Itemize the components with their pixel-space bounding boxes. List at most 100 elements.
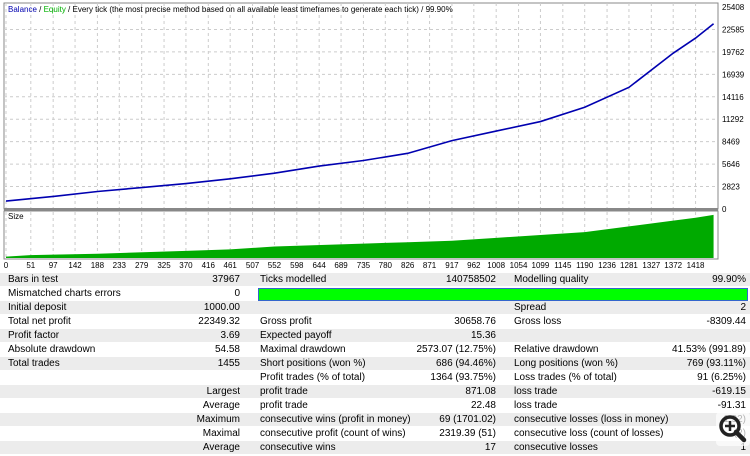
x-tick-label: 1008: [487, 261, 505, 270]
y-tick-label: 19762: [722, 48, 745, 57]
x-tick-label: 1281: [620, 261, 638, 270]
y-tick-label: 8469: [722, 138, 740, 147]
y-tick-label: 25408: [722, 3, 745, 12]
x-tick-label: 1236: [598, 261, 616, 270]
report-value: 686 (94.46%): [435, 358, 496, 369]
report-label: Initial deposit: [8, 302, 67, 313]
x-tick-label: 461: [224, 261, 238, 270]
x-tick-label: 279: [135, 261, 149, 270]
report-label: Long positions (won %): [514, 358, 618, 369]
x-tick-label: 1054: [510, 261, 528, 270]
x-tick-label: 1372: [664, 261, 682, 270]
report-value: 871.08: [465, 386, 496, 397]
report-value: 2573.07 (12.75%): [416, 344, 496, 355]
report-label: consecutive wins: [260, 442, 336, 453]
report-label: Average: [202, 400, 240, 411]
x-tick-label: 644: [312, 261, 326, 270]
x-tick-label: 51: [26, 261, 35, 270]
report-label: consecutive losses: [514, 442, 598, 453]
x-tick-label: 142: [68, 261, 82, 270]
balance-chart: 0 2823 5646 8469 11292 14116 16939 19762 22585 25…: [3, 2, 745, 270]
report-label: profit trade: [260, 400, 308, 411]
x-tick-label: 370: [179, 261, 193, 270]
y-tick-label: 2823: [722, 183, 740, 192]
report-row: Average profit trade 22.48 loss trade -91.31: [0, 399, 750, 413]
report-label: consecutive profit (count of wins): [260, 428, 406, 439]
report-label: Total trades: [8, 358, 60, 369]
report-value: 91 (6.25%): [697, 372, 746, 383]
report-value: 140758502: [445, 274, 496, 285]
y-tick-label: 5646: [722, 160, 740, 169]
x-tick-label: 507: [246, 261, 260, 270]
report-label: profit trade: [260, 386, 308, 397]
zoom-magnifier-icon[interactable]: [716, 412, 750, 446]
report-value: -91.31: [717, 400, 746, 411]
x-tick-label: 188: [91, 261, 105, 270]
y-tick-label: 16939: [722, 70, 745, 79]
report-value: 15.36: [470, 330, 496, 341]
y-tick-label: 14116: [722, 93, 744, 102]
report-value: -619.15: [712, 386, 746, 397]
report-row: Largest profit trade 871.08 loss trade -619.…: [0, 385, 750, 399]
report-value: 1364 (93.75%): [430, 372, 496, 383]
report-label: Profit trades (% of total): [260, 372, 366, 383]
report-value: 0: [234, 288, 240, 299]
x-tick-label: 325: [157, 261, 171, 270]
report-value: 17: [484, 442, 496, 453]
balance-legend: Balance: [8, 5, 37, 14]
x-tick-label: 97: [49, 261, 58, 270]
x-tick-label: 917: [445, 261, 459, 270]
equity-legend: Equity: [44, 5, 66, 14]
x-tick-label: 552: [268, 261, 282, 270]
report-value: 30658.76: [454, 316, 496, 327]
modelling-quality-bar: [258, 288, 748, 301]
report-row: Profit trades (% of total) 1364 (93.75%) L…: [0, 371, 750, 385]
report-row: Average consecutive wins 17 consecutive los…: [0, 441, 750, 455]
report-label: Profit factor: [8, 330, 60, 341]
size-label: Size: [8, 212, 24, 221]
report-label: Maximal: [202, 428, 240, 439]
report-label: Largest: [206, 386, 240, 397]
report-row: Absolute drawdown 54.58 Maximal drawdown 25…: [0, 343, 750, 357]
report-label: consecutive losses (loss in money): [514, 414, 669, 425]
report-value: 41.53% (991.89): [672, 344, 746, 355]
report-value: 22.48: [470, 400, 496, 411]
report-label: loss trade: [514, 386, 558, 397]
report-label: Total net profit: [8, 316, 71, 327]
x-tick-label: 0: [4, 261, 9, 270]
report-value: 2319.39 (51): [439, 428, 496, 439]
report-label: Relative drawdown: [514, 344, 599, 355]
x-tick-label: 1327: [642, 261, 660, 270]
report-value: 769 (93.11%): [686, 358, 746, 369]
report-value: 99.90%: [712, 274, 746, 285]
report-value: 2: [740, 302, 746, 313]
report-label: Maximum: [196, 414, 240, 425]
x-tick-label: 598: [290, 261, 304, 270]
y-tick-label: 0: [722, 205, 727, 214]
report-row: Maximal consecutive profit (count of wins…: [0, 427, 750, 441]
report-label: loss trade: [514, 400, 558, 411]
report-label: consecutive wins (profit in money): [260, 414, 411, 425]
x-tick-label: 416: [202, 261, 216, 270]
report-label: Spread: [514, 302, 547, 313]
report-table: Bars in test 37967 Ticks modelled 140758502…: [0, 273, 750, 455]
report-label: Ticks modelled: [260, 274, 327, 285]
report-value: 54.58: [214, 344, 240, 355]
report-row: Bars in test 37967 Ticks modelled 140758502…: [0, 273, 750, 287]
report-label: Maximal drawdown: [260, 344, 346, 355]
report-label: Mismatched charts errors: [8, 288, 121, 299]
report-row: Total net profit 22349.32 Gross profit 3065…: [0, 315, 750, 329]
report-label: Bars in test: [8, 274, 59, 285]
report-row: Total trades 1455 Short positions (won %) 6…: [0, 357, 750, 371]
y-tick-label: 22585: [722, 25, 745, 34]
quality-text: 99.90%: [426, 5, 453, 14]
report-row: Mismatched charts errors 0: [0, 287, 750, 301]
report-value: 22349.32: [198, 316, 240, 327]
report-value: -8309.44: [706, 316, 746, 327]
balance-plot-area: [3, 2, 719, 210]
report-value: 37967: [212, 274, 240, 285]
x-tick-label: 1099: [532, 261, 550, 270]
report-label: Loss trades (% of total): [514, 372, 617, 383]
x-tick-label: 689: [334, 261, 348, 270]
x-tick-label: 871: [423, 261, 437, 270]
